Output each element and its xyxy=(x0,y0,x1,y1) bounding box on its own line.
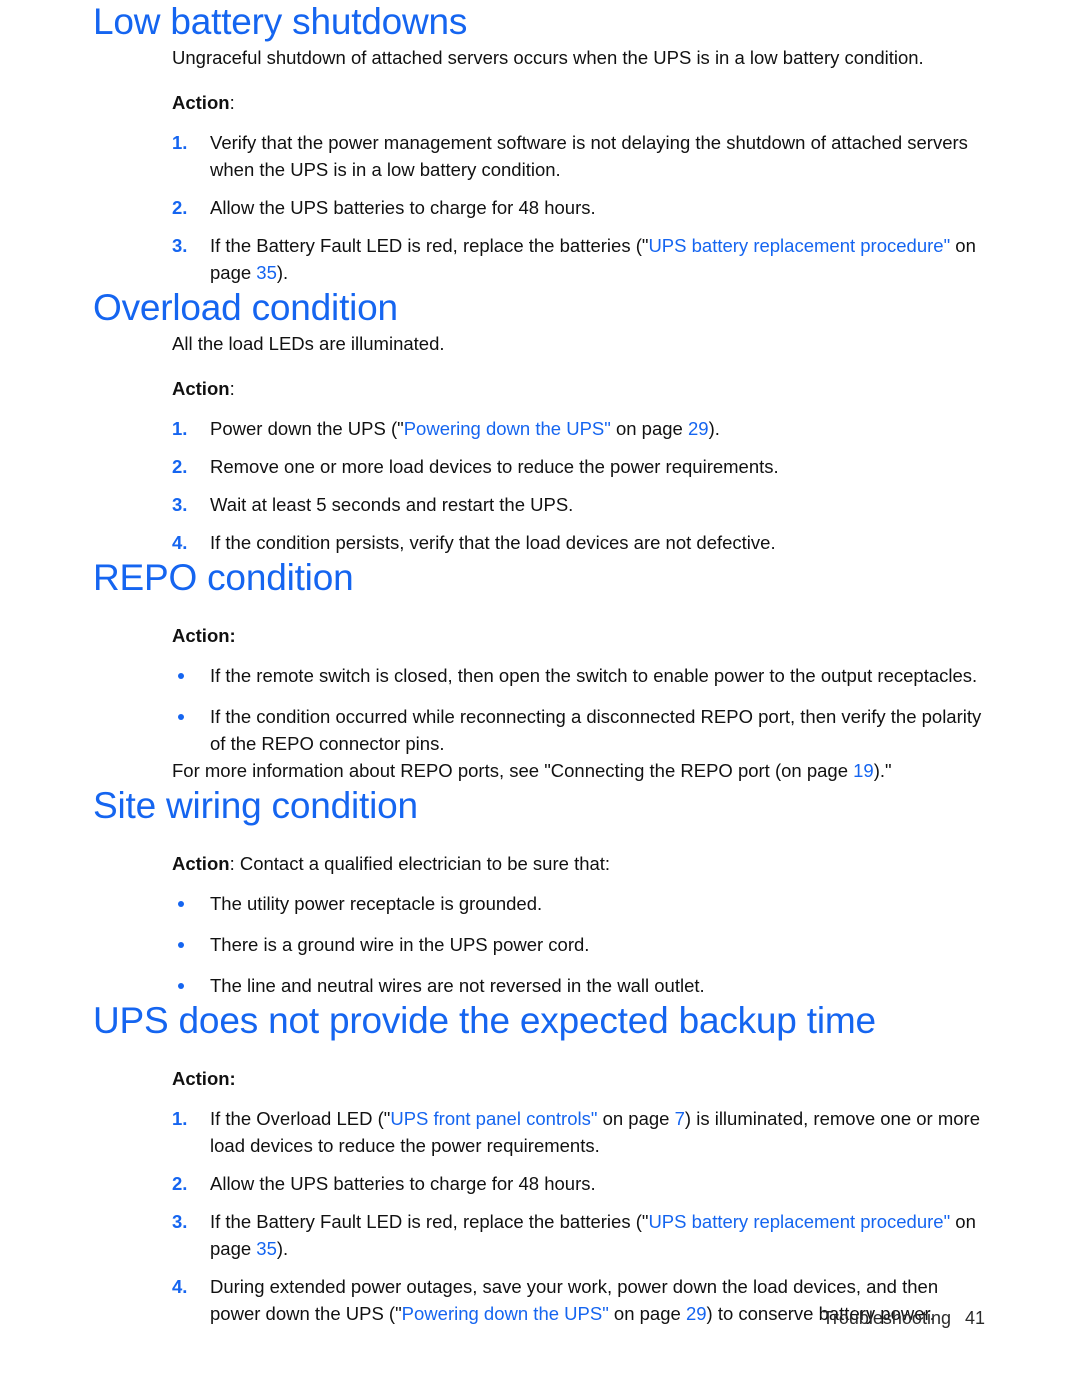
numbered-list-item: 1. Power down the UPS ("Powering down the… xyxy=(172,415,985,442)
list-item-number: 2. xyxy=(172,1173,188,1194)
section-heading-repo-condition: REPO condition xyxy=(93,557,354,598)
action-numbered-list: 1. Power down the UPS ("Powering down the… xyxy=(172,415,985,556)
section-intro-paragraph: All the load LEDs are illuminated. xyxy=(172,333,445,354)
numbered-list-item: 3. If the Battery Fault LED is red, repla… xyxy=(172,232,985,286)
page-reference-link[interactable]: 7 xyxy=(675,1108,685,1129)
numbered-list-item: 4. If the condition persists, verify that… xyxy=(172,529,985,556)
section-intro-paragraph: Ungraceful shutdown of attached servers … xyxy=(172,47,924,68)
action-label-text: Action: xyxy=(172,1068,236,1089)
numbered-list-item: 2. Remove one or more load devices to red… xyxy=(172,453,985,480)
bullet-dot-icon xyxy=(178,673,184,679)
action-label-text: Action xyxy=(172,92,230,113)
list-item-number: 3. xyxy=(172,235,188,256)
action-bulleted-list: If the remote switch is closed, then ope… xyxy=(172,662,985,757)
text-run: If the condition occurred while reconnec… xyxy=(210,706,982,754)
footer-chapter-label: Troubleshooting xyxy=(822,1308,951,1328)
action-label: Action: xyxy=(172,375,985,402)
bulleted-list-item: The line and neutral wires are not rever… xyxy=(172,972,985,999)
list-item-number: 2. xyxy=(172,456,188,477)
text-run: If the Overload LED (" xyxy=(210,1108,391,1129)
bulleted-list-item: There is a ground wire in the UPS power … xyxy=(172,931,985,958)
action-label-colon: : xyxy=(229,378,235,399)
list-item-number: 3. xyxy=(172,494,188,515)
closing-quote: " xyxy=(604,418,611,439)
list-item-number: 1. xyxy=(172,418,188,439)
text-run: For more information about REPO ports, s… xyxy=(172,760,854,781)
text-run: If the condition persists, verify that t… xyxy=(210,532,776,553)
list-item-number: 1. xyxy=(172,132,188,153)
bulleted-list-item: The utility power receptacle is grounded… xyxy=(172,890,985,917)
section-outro-paragraph: For more information about REPO ports, s… xyxy=(172,757,985,784)
text-run: Allow the UPS batteries to charge for 48… xyxy=(210,1173,596,1194)
text-run: )." xyxy=(873,760,892,781)
text-run: Wait at least 5 seconds and restart the … xyxy=(210,494,574,515)
section-body-overload-condition: All the load LEDs are illuminated. Action… xyxy=(0,330,1080,556)
action-bulleted-list: The utility power receptacle is grounded… xyxy=(172,890,985,999)
text-run: Verify that the power management softwar… xyxy=(210,132,968,180)
section-body-ups-backup-time: Action: 1. If the Overload LED ("UPS front… xyxy=(0,1065,1080,1327)
numbered-list-item: 2. Allow the UPS batteries to charge for … xyxy=(172,1170,985,1197)
text-run: on page xyxy=(597,1108,675,1129)
text-run: If the Battery Fault LED is red, replace… xyxy=(210,235,649,256)
text-run: ). xyxy=(708,418,720,439)
list-item-number: 2. xyxy=(172,197,188,218)
text-run: If the Battery Fault LED is red, replace… xyxy=(210,1211,649,1232)
numbered-list-item: 3. Wait at least 5 seconds and restart th… xyxy=(172,491,985,518)
page-footer: Troubleshooting 41 xyxy=(0,1306,1080,1330)
action-inline-text: Contact a qualified electrician to be su… xyxy=(234,853,611,874)
cross-reference-link[interactable]: UPS front panel controls xyxy=(390,1108,591,1129)
page-reference-link[interactable]: 35 xyxy=(256,262,277,283)
bullet-dot-icon xyxy=(178,901,184,907)
list-item-number: 3. xyxy=(172,1211,188,1232)
bulleted-list-item: If the condition occurred while reconnec… xyxy=(172,703,985,757)
list-item-number: 4. xyxy=(172,1276,188,1297)
text-run: ). xyxy=(276,262,289,283)
action-label: Action: xyxy=(172,89,985,116)
section-body-repo-condition: Action: If the remote switch is closed, t… xyxy=(0,622,1080,784)
action-numbered-list: 1. Verify that the power management softw… xyxy=(172,129,985,286)
text-run: on page xyxy=(610,418,688,439)
numbered-list-item: 1. Verify that the power management softw… xyxy=(172,129,985,183)
section-heading-ups-backup-time: UPS does not provide the expected backup… xyxy=(93,1000,876,1041)
section-heading-overload-condition: Overload condition xyxy=(93,287,398,328)
bullet-dot-icon xyxy=(178,983,184,989)
page-reference-link[interactable]: 35 xyxy=(256,1238,277,1259)
action-label: Action: xyxy=(172,1065,985,1092)
text-run: Remove one or more load devices to reduc… xyxy=(210,456,779,477)
bullet-dot-icon xyxy=(178,714,184,720)
footer-page-number: 41 xyxy=(964,1308,985,1328)
cross-reference-link[interactable]: Powering down the UPS xyxy=(404,418,605,439)
text-run: The utility power receptacle is grounded… xyxy=(210,893,543,914)
bullet-dot-icon xyxy=(178,942,184,948)
action-label: Action: xyxy=(172,622,985,649)
numbered-list-item: 2. Allow the UPS batteries to charge for … xyxy=(172,194,985,221)
page-content: Low battery shutdowns Ungraceful shutdown… xyxy=(0,0,1080,1327)
section-heading-site-wiring-condition: Site wiring condition xyxy=(93,785,418,826)
section-body-site-wiring-condition: Action: Contact a qualified electrician … xyxy=(0,850,1080,999)
bulleted-list-item: If the remote switch is closed, then ope… xyxy=(172,662,985,689)
list-item-number: 4. xyxy=(172,532,188,553)
document-page: Low battery shutdowns Ungraceful shutdown… xyxy=(0,0,1080,1397)
action-numbered-list: 1. If the Overload LED ("UPS front panel … xyxy=(172,1105,985,1327)
text-run: There is a ground wire in the UPS power … xyxy=(210,934,590,955)
action-label: Action: Contact a qualified electrician … xyxy=(172,850,985,877)
text-run: Power down the UPS (" xyxy=(210,418,404,439)
text-run: Allow the UPS batteries to charge for 48… xyxy=(210,197,596,218)
section-heading-low-battery-shutdowns: Low battery shutdowns xyxy=(93,1,468,42)
section-body-low-battery-shutdowns: Ungraceful shutdown of attached servers … xyxy=(0,44,1080,286)
action-label-text: Action xyxy=(172,853,230,874)
action-label-text: Action xyxy=(172,378,230,399)
numbered-list-item: 3. If the Battery Fault LED is red, repla… xyxy=(172,1208,985,1262)
page-reference-link[interactable]: 29 xyxy=(688,418,709,439)
action-label-colon: : xyxy=(229,92,235,113)
text-run: ). xyxy=(276,1238,289,1259)
cross-reference-link[interactable]: UPS battery replacement procedure xyxy=(648,235,943,256)
page-reference-link[interactable]: 19 xyxy=(853,760,874,781)
text-run: The line and neutral wires are not rever… xyxy=(210,975,705,996)
cross-reference-link[interactable]: UPS battery replacement procedure xyxy=(648,1211,943,1232)
numbered-list-item: 1. If the Overload LED ("UPS front panel … xyxy=(172,1105,985,1159)
list-item-number: 1. xyxy=(172,1108,188,1129)
action-label-text: Action: xyxy=(172,625,236,646)
text-run: If the remote switch is closed, then ope… xyxy=(210,665,978,686)
